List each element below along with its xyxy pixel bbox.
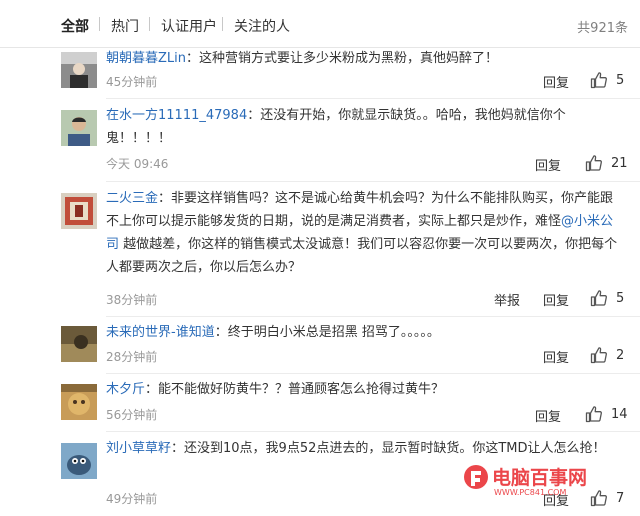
tab-divider	[99, 17, 100, 31]
comment-divider	[106, 98, 640, 99]
comment-username[interactable]: 刘小草草籽	[106, 441, 171, 456]
avatar[interactable]	[61, 193, 97, 229]
comment-divider	[106, 373, 640, 374]
like-button[interactable]: 14	[585, 405, 628, 423]
comment-body: ：还没到10点，我9点52点进去的，显示暂时缺货。你这TMD让人怎么抢！	[171, 441, 606, 456]
comment-time: 今天 09:46	[106, 157, 169, 171]
comment-divider	[106, 316, 640, 317]
tab-divider	[149, 17, 150, 31]
comment-username[interactable]: 二火三金	[106, 191, 158, 206]
comment-divider	[106, 431, 640, 432]
avatar[interactable]	[61, 110, 97, 146]
comment-text: 二火三金：非要这样销售吗？这不是诚心给黄牛机会吗？为什么不能排队购买，你产能跟不…	[106, 187, 626, 279]
avatar[interactable]	[61, 384, 97, 420]
comment-username[interactable]: 未来的世界-谁知道	[106, 325, 215, 340]
thumbs-up-icon	[590, 347, 607, 364]
comment-body: ：终于明白小米总是招黑 招骂了。。。。。	[214, 325, 440, 340]
like-button[interactable]: 5	[590, 289, 624, 307]
avatar[interactable]	[61, 52, 97, 88]
comment-time: 28分钟前	[106, 350, 158, 364]
avatar[interactable]	[61, 443, 97, 479]
reply-button[interactable]: 回复	[543, 290, 569, 309]
tab-following[interactable]: 关注的人	[234, 16, 290, 36]
watermark-url: WWW.PC841.COM	[494, 488, 566, 496]
like-button[interactable]: 21	[585, 154, 628, 172]
like-count: 2	[616, 347, 625, 363]
comment-username[interactable]: 朝朝暮暮ZLin	[106, 51, 186, 66]
comment-body: ：非要这样销售吗？这不是诚心给黄牛机会吗？为什么不能排队购买，你产能跟不上你可以…	[106, 191, 614, 229]
thumbs-up-icon	[590, 72, 607, 89]
comment-text: 刘小草草籽：还没到10点，我9点52点进去的，显示暂时缺货。你这TMD让人怎么抢…	[106, 437, 616, 460]
reply-button[interactable]: 回复	[535, 155, 561, 174]
like-count: 5	[616, 290, 625, 306]
comment-text: 未来的世界-谁知道：终于明白小米总是招黑 招骂了。。。。。	[106, 321, 626, 344]
tab-verified-users[interactable]: 认证用户	[161, 16, 217, 36]
like-count: 21	[611, 155, 628, 171]
like-button[interactable]: 2	[590, 346, 624, 364]
total-count: 共921条	[577, 21, 628, 36]
thumbs-up-icon	[590, 290, 607, 307]
reply-button[interactable]: 回复	[543, 347, 569, 366]
thumbs-up-icon	[585, 406, 602, 423]
comment-filter-tabs: 全部 热门 认证用户 关注的人 共921条	[0, 0, 640, 48]
comment-body-continued: 越做越差，你这样的销售模式太没诚意！我们可以容忍你要一次可以要两次，你把每个人都…	[106, 237, 618, 275]
comment-body: ：能不能做好防黄牛？？普通顾客怎么抢得过黄牛？	[145, 382, 445, 397]
report-button[interactable]: 举报	[494, 290, 520, 309]
thumbs-up-icon	[585, 155, 602, 172]
comment-time: 56分钟前	[106, 408, 158, 422]
comment-text: 朝朝暮暮ZLin：这种营销方式要让多少米粉成为黑粉，真他妈醉了！	[106, 47, 626, 70]
comment-time: 38分钟前	[106, 293, 158, 307]
like-button[interactable]: 5	[590, 71, 624, 89]
comment-time: 49分钟前	[106, 492, 158, 506]
tab-all[interactable]: 全部	[61, 16, 89, 36]
comment-divider	[106, 181, 640, 182]
comment-username[interactable]: 在水一方11111_47984	[106, 108, 247, 123]
tab-hot[interactable]: 热门	[111, 16, 139, 36]
tab-divider	[222, 17, 223, 31]
like-count: 14	[611, 406, 628, 422]
reply-button[interactable]: 回复	[543, 72, 569, 91]
comment-text: 在水一方11111_47984：还没有开始，你就显示缺货。。哈哈，我他妈就信你个…	[106, 104, 584, 150]
watermark-text: 电脑百事网	[492, 466, 587, 489]
like-count: 5	[616, 72, 625, 88]
comment-username[interactable]: 木夕斤	[106, 382, 145, 397]
comment-body: ：这种营销方式要让多少米粉成为黑粉，真他妈醉了！	[186, 51, 499, 66]
site-watermark-logo: 电脑百事网 WWW.PC841.COM	[462, 462, 622, 497]
avatar[interactable]	[61, 326, 97, 362]
comment-time: 45分钟前	[106, 75, 158, 89]
comment-text: 木夕斤：能不能做好防黄牛？？普通顾客怎么抢得过黄牛？	[106, 378, 626, 401]
reply-button[interactable]: 回复	[535, 406, 561, 425]
